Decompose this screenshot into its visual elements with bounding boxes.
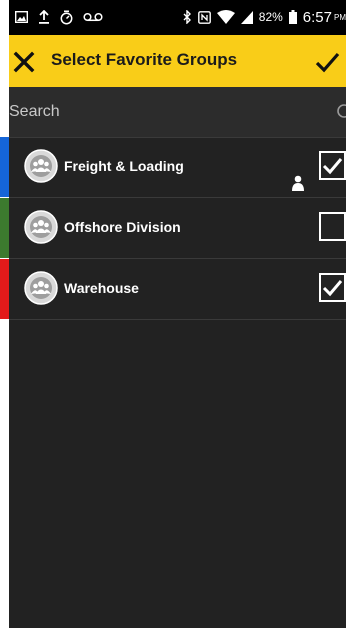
group-row-warehouse[interactable]: Warehouse	[9, 259, 346, 320]
checkmark-icon	[315, 52, 340, 73]
image-icon	[15, 11, 28, 23]
page-title: Select Favorite Groups	[51, 50, 238, 69]
group-name: Warehouse	[64, 280, 139, 296]
app-bar: Select Favorite Groups	[9, 35, 346, 87]
search-icon[interactable]	[336, 103, 346, 119]
bluetooth-icon	[183, 10, 191, 24]
clock-ampm: PM	[334, 12, 346, 22]
nfc-icon	[197, 10, 211, 24]
group-color-stripe-freight	[0, 137, 9, 197]
signal-icon	[240, 10, 253, 24]
favorite-checkbox[interactable]	[319, 151, 346, 180]
battery-icon	[288, 10, 297, 24]
timer-icon	[60, 10, 73, 24]
battery-percent: 82%	[258, 10, 283, 24]
group-icon	[24, 271, 58, 305]
app-screen: 82% 6:57 PM Select Favorite Groups Freig…	[9, 0, 346, 628]
wifi-icon	[216, 10, 235, 24]
checkmark-icon	[322, 158, 343, 175]
group-icon	[24, 210, 58, 244]
group-color-stripe-offshore	[0, 198, 9, 258]
person-icon	[292, 175, 304, 191]
group-row-offshore-division[interactable]: Offshore Division	[9, 198, 346, 259]
group-icon	[24, 149, 58, 183]
favorite-checkbox[interactable]	[319, 212, 346, 241]
favorite-checkbox[interactable]	[319, 273, 346, 302]
search-input[interactable]	[9, 87, 329, 137]
confirm-button[interactable]	[314, 49, 340, 75]
clock-time: 6:57	[302, 8, 332, 26]
status-bar: 82% 6:57 PM	[9, 0, 346, 35]
group-color-stripe-warehouse	[0, 259, 9, 319]
close-icon	[13, 51, 35, 73]
group-row-freight-loading[interactable]: Freight & Loading	[9, 137, 346, 198]
group-name: Freight & Loading	[64, 158, 184, 174]
close-button[interactable]	[11, 49, 37, 75]
checkmark-icon	[322, 280, 343, 297]
search-bar	[9, 87, 346, 138]
voicemail-icon	[83, 12, 103, 22]
group-name: Offshore Division	[64, 219, 181, 235]
upload-icon	[39, 10, 49, 24]
